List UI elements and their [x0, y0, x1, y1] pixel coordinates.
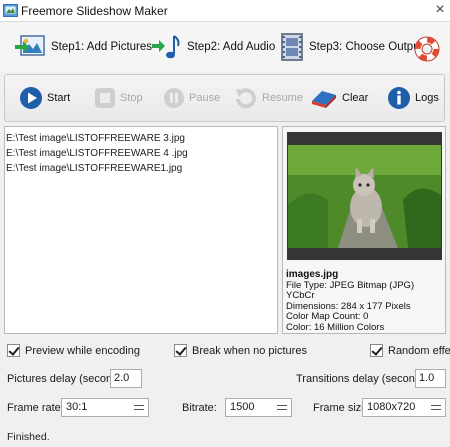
add-audio-button[interactable]: Step2: Add Audio: [152, 31, 275, 63]
resume-icon: [236, 88, 256, 109]
list-item[interactable]: E:\Test image\LISTOFFREEWARE 4 .jpg: [5, 146, 277, 161]
image-color: Color: 16 Million Colors: [286, 321, 385, 333]
choose-output-button[interactable]: Step3: Choose Output: [280, 31, 423, 63]
bitrate-label: Bitrate:: [182, 402, 217, 414]
start-label: Start: [47, 92, 71, 104]
preview-image-kitten: [288, 145, 441, 248]
transitions-delay-input[interactable]: 1.0: [415, 369, 446, 388]
info-icon: [388, 87, 410, 109]
frame-rate-label: Frame rate:: [7, 402, 64, 414]
resume-button[interactable]: Resume: [234, 85, 303, 111]
dropdown-grip-icon: [277, 405, 287, 410]
steps-bar: Step1: Add Pictures Step2: Add Audio Ste…: [0, 22, 450, 72]
start-button[interactable]: Start: [19, 85, 70, 111]
lifebuoy-help-icon[interactable]: [413, 35, 441, 63]
logs-label: Logs: [415, 92, 439, 104]
break-no-pictures-checkbox[interactable]: Break when no pictures: [174, 344, 307, 357]
close-button[interactable]: ×: [432, 0, 448, 20]
list-item[interactable]: E:\Test image\LISTOFFREEWARE 3.jpg: [5, 131, 277, 146]
pause-button[interactable]: Pause: [163, 85, 220, 111]
frame-size-value: 1080x720: [367, 401, 416, 413]
bitrate-value: 1500: [230, 401, 255, 413]
clear-button[interactable]: Clear: [310, 85, 368, 111]
list-item[interactable]: E:\Test image\LISTOFFREEWARE1.jpg: [5, 161, 277, 176]
preview-image-frame: [287, 132, 442, 260]
title-bar: Freemore Slideshow Maker ×: [0, 0, 450, 22]
stop-icon: [95, 88, 115, 108]
transitions-delay-label: Transitions delay (seconds): [296, 373, 431, 385]
film-output-icon: [281, 33, 303, 61]
pictures-delay-input[interactable]: 2.0: [110, 369, 142, 388]
add-audio-icon: [152, 35, 180, 59]
add-pictures-button[interactable]: Step1: Add Pictures: [14, 31, 152, 63]
file-list[interactable]: E:\Test image\LISTOFFREEWARE 3.jpg E:\Te…: [4, 126, 278, 334]
image-filename: images.jpg: [286, 269, 339, 280]
clear-label: Clear: [342, 92, 369, 104]
image-color-map: Color Map Count: 0: [286, 311, 369, 322]
eraser-icon: [312, 91, 336, 108]
toolbar: Start Stop Pause Resume Clear Logs: [4, 74, 445, 122]
pause-icon: [164, 88, 184, 108]
frame-size-select[interactable]: 1080x720: [362, 398, 446, 417]
stop-label: Stop: [120, 92, 143, 104]
pause-label: Pause: [189, 92, 221, 104]
checkbox-box[interactable]: [370, 344, 383, 357]
add-pictures-icon: [15, 35, 45, 56]
break-no-pictures-label: Break when no pictures: [192, 344, 307, 357]
stop-button[interactable]: Stop: [94, 85, 143, 111]
preview-encoding-checkbox[interactable]: Preview while encoding: [7, 344, 140, 357]
status-text: Finished.: [7, 431, 50, 443]
window-title: Freemore Slideshow Maker: [21, 4, 168, 18]
random-effects-label: Random effects: [388, 344, 450, 357]
play-icon: [20, 87, 42, 109]
dropdown-grip-icon: [134, 405, 144, 410]
step3-label: Step3: Choose Output: [309, 41, 423, 53]
frame-rate-value: 30:1: [66, 401, 88, 413]
step2-label: Step2: Add Audio: [187, 41, 276, 53]
image-file-type: File Type: JPEG Bitmap (JPG) YCbCr: [286, 279, 415, 301]
step1-label: Step1: Add Pictures: [51, 41, 153, 53]
frame-rate-select[interactable]: 30:1: [61, 398, 149, 417]
dropdown-grip-icon: [431, 405, 441, 410]
app-icon: [3, 4, 18, 17]
logs-button[interactable]: Logs: [387, 85, 439, 111]
preview-encoding-label: Preview while encoding: [25, 344, 140, 357]
image-info: images.jpg File Type: JPEG Bitmap (JPG) …: [286, 269, 445, 333]
resume-label: Resume: [262, 92, 303, 104]
bitrate-select[interactable]: 1500: [225, 398, 292, 417]
random-effects-checkbox[interactable]: Random effects: [370, 344, 450, 357]
preview-panel: images.jpg File Type: JPEG Bitmap (JPG) …: [282, 126, 446, 334]
checkbox-box[interactable]: [7, 344, 20, 357]
checkbox-box[interactable]: [174, 344, 187, 357]
